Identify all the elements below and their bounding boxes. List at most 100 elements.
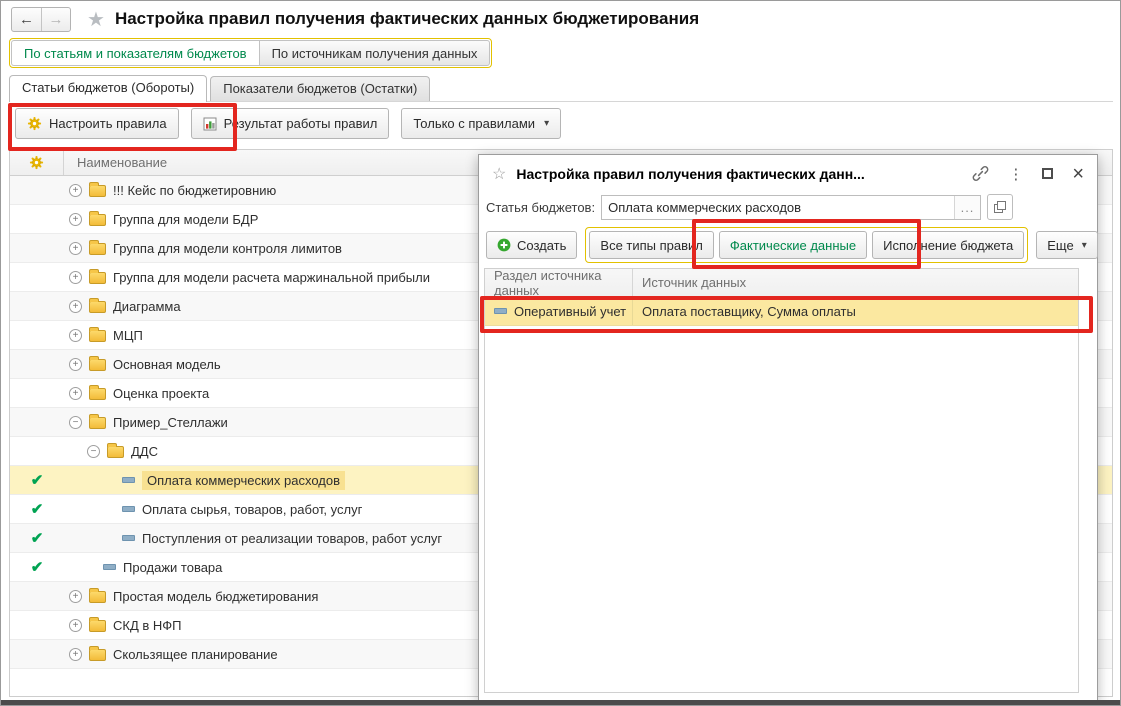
create-button[interactable]: Создать (486, 231, 577, 259)
rule-mark-cell: ✔ (10, 495, 64, 523)
expand-icon[interactable]: + (69, 329, 82, 342)
only-with-rules-label: Только с правилами (413, 116, 535, 131)
topbar: ← → ★ Настройка правил получения фактиче… (1, 1, 1120, 37)
data-sources-table: Раздел источника данных Источник данных … (484, 268, 1079, 693)
filter-budget-execution[interactable]: Исполнение бюджета (872, 231, 1024, 259)
configure-rules-label: Настроить правила (49, 116, 167, 131)
check-icon: ✔ (31, 471, 44, 489)
expand-icon[interactable]: + (69, 184, 82, 197)
tree-row-label: Группа для модели контроля лимитов (113, 241, 342, 256)
filter-all-rule-types[interactable]: Все типы правил (589, 231, 713, 259)
app-window: ← → ★ Настройка правил получения фактиче… (0, 0, 1121, 706)
open-value-button[interactable] (987, 194, 1013, 220)
check-icon: ✔ (31, 500, 44, 518)
forward-arrow-icon: → (49, 11, 64, 28)
folder-icon (89, 591, 106, 603)
data-source-row[interactable]: Оперативный учет Оплата поставщику, Сумма… (485, 297, 1078, 326)
folder-icon (89, 272, 106, 284)
rule-mark-cell (10, 234, 64, 262)
tree-row-label: Основная модель (113, 357, 221, 372)
tab-budget-items-turnovers[interactable]: Статьи бюджетов (Обороты) (9, 75, 207, 102)
budget-item-icon (122, 506, 135, 512)
tree-row-label: Оценка проекта (113, 386, 209, 401)
rule-mark-cell (10, 321, 64, 349)
tab-budget-indicators-balances[interactable]: Показатели бюджетов (Остатки) (210, 76, 430, 101)
expand-icon[interactable]: + (69, 648, 82, 661)
tree-row-label: Простая модель бюджетирования (113, 589, 318, 604)
check-icon: ✔ (31, 529, 44, 547)
report-chart-icon (203, 117, 217, 131)
expand-icon[interactable]: + (69, 213, 82, 226)
collapse-icon[interactable]: − (69, 416, 82, 429)
rule-mark-cell (10, 611, 64, 639)
more-menu-icon[interactable]: ⋮ (1008, 165, 1023, 183)
dialog-toolbar: Создать Все типы правил Фактические данн… (486, 227, 1083, 263)
rule-mark-cell (10, 176, 64, 204)
budget-item-input[interactable] (601, 195, 981, 220)
folder-icon (89, 330, 106, 342)
check-icon: ✔ (31, 558, 44, 576)
rules-result-button[interactable]: Результат работы правил (191, 108, 390, 139)
view-switch-by-items[interactable]: По статьям и показателям бюджетов (11, 40, 259, 66)
budget-item-field-row: Статья бюджетов: ... (486, 194, 1013, 220)
view-switch-by-sources[interactable]: По источникам получения данных (259, 40, 491, 66)
name-column-label: Наименование (77, 155, 167, 170)
rule-mark-cell: ✔ (10, 466, 64, 494)
more-label: Еще (1047, 238, 1073, 253)
rule-mark-cell (10, 263, 64, 291)
source-column-header[interactable]: Источник данных (633, 269, 1078, 296)
link-icon[interactable] (972, 165, 989, 182)
dialog-window-controls: ⋮ × (972, 165, 1084, 183)
expand-icon[interactable]: + (69, 242, 82, 255)
gear-icon (29, 155, 44, 170)
maximize-icon[interactable] (1042, 168, 1053, 179)
dialog-title: Настройка правил получения фактических д… (516, 166, 962, 182)
close-icon[interactable]: × (1072, 167, 1084, 181)
filter-actual-data[interactable]: Фактические данные (719, 231, 867, 259)
section-column-header[interactable]: Раздел источника данных (485, 269, 633, 296)
rule-type-filter-group: Все типы правил Фактические данные Испол… (585, 227, 1028, 263)
folder-icon (89, 243, 106, 255)
rules-result-label: Результат работы правил (224, 116, 378, 131)
budget-item-input-wrap: ... (601, 195, 981, 220)
folder-icon (89, 620, 106, 632)
expand-icon[interactable]: + (69, 590, 82, 603)
rule-mark-cell: ✔ (10, 524, 64, 552)
section-label: Оперативный учет (514, 304, 626, 319)
tree-row-label: СКД в НФП (113, 618, 182, 633)
collapse-icon[interactable]: − (87, 445, 100, 458)
expand-icon[interactable]: + (69, 387, 82, 400)
tree-row-label: Группа для модели БДР (113, 212, 258, 227)
choose-value-button[interactable]: ... (954, 196, 980, 219)
add-plus-icon (497, 238, 511, 252)
expand-icon[interactable]: + (69, 358, 82, 371)
main-toolbar: Настроить правила Результат работы прави… (15, 108, 561, 139)
favorite-star-icon[interactable]: ★ (87, 7, 105, 32)
forward-button[interactable]: → (41, 8, 70, 31)
expand-icon[interactable]: + (69, 271, 82, 284)
rule-mark-cell (10, 582, 64, 610)
source-item-icon (494, 308, 507, 314)
more-button[interactable]: Еще ▾ (1036, 231, 1097, 259)
rules-setup-dialog: ☆ Настройка правил получения фактических… (478, 154, 1098, 701)
rule-mark-cell: ✔ (10, 553, 64, 581)
rule-mark-cell (10, 205, 64, 233)
folder-icon (89, 359, 106, 371)
configure-rules-button[interactable]: Настроить правила (15, 108, 179, 139)
expand-icon[interactable]: + (69, 300, 82, 313)
expand-icon[interactable]: + (69, 619, 82, 632)
rules-column-header[interactable] (10, 150, 64, 175)
budget-item-field-label: Статья бюджетов: (486, 200, 595, 215)
tree-row-label: ДДС (131, 444, 158, 459)
folder-icon (89, 214, 106, 226)
rule-mark-cell (10, 640, 64, 668)
back-button[interactable]: ← (12, 8, 41, 31)
source-cell: Оплата поставщику, Сумма оплаты (633, 297, 1078, 325)
only-with-rules-dropdown[interactable]: Только с правилами ▾ (401, 108, 561, 139)
tree-row-label: Пример_Стеллажи (113, 415, 228, 430)
tree-row-label: Скользящее планирование (113, 647, 278, 662)
tree-row-label: Оплата коммерческих расходов (142, 471, 345, 490)
favorite-star-icon[interactable]: ☆ (492, 164, 506, 184)
data-sources-table-header: Раздел источника данных Источник данных (485, 269, 1078, 297)
tree-row-label: Диаграмма (113, 299, 181, 314)
